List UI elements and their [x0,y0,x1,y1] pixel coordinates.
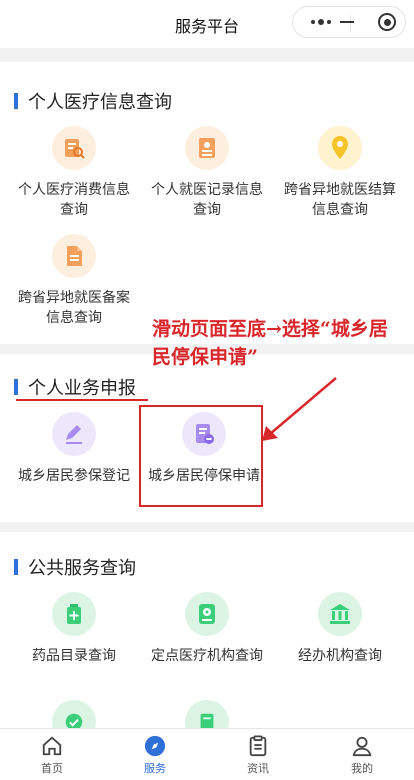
nav-mine[interactable]: 我的 [322,735,402,776]
home-icon [42,736,62,756]
annotation-arrow [262,377,337,441]
news-icon [249,735,267,757]
compass-icon [144,735,166,757]
nav-label: 资讯 [247,762,269,775]
user-icon [352,736,372,757]
nav-service[interactable]: 服务 [115,735,195,776]
highlight-box [139,405,263,507]
nav-home[interactable]: 首页 [12,735,92,776]
bottom-nav: 首页 服务 资讯 我的 [0,728,414,780]
nav-news[interactable]: 资讯 [218,735,298,776]
nav-label: 我的 [351,762,373,775]
nav-label: 首页 [41,762,63,775]
title-underline [16,399,148,401]
nav-label: 服务 [144,762,166,775]
